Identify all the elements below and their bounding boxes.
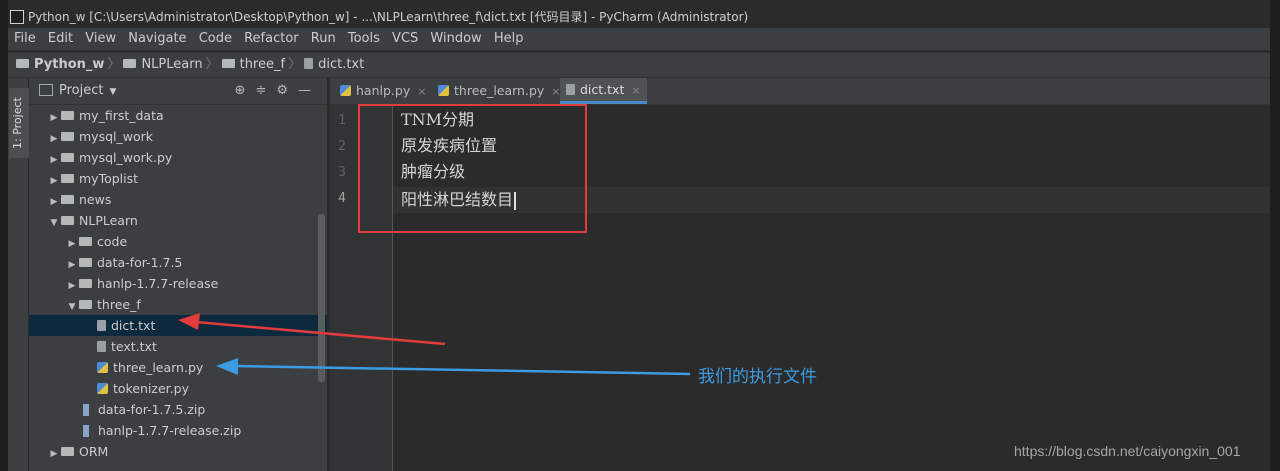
blue-arrow bbox=[216, 358, 691, 376]
annotation-label: 我们的执行文件 bbox=[698, 367, 817, 387]
annotation-arrows bbox=[178, 313, 691, 376]
watermark: https://blog.csdn.net/caiyongxin_001 bbox=[1014, 443, 1241, 459]
red-arrow bbox=[178, 313, 446, 346]
